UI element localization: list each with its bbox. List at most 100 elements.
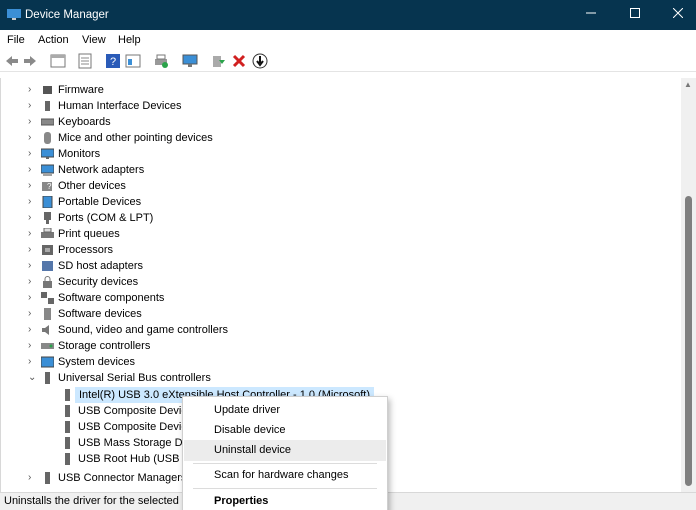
- processor-icon: [42, 245, 53, 255]
- vertical-scrollbar[interactable]: ▲: [681, 78, 696, 492]
- expand-chevron-icon[interactable]: ›: [28, 194, 38, 210]
- forward-arrow-icon[interactable]: [22, 53, 38, 69]
- menu-help[interactable]: Help: [118, 34, 141, 46]
- usb-icon: [45, 472, 50, 484]
- tree-node-label: Processors: [58, 244, 114, 256]
- expand-chevron-icon[interactable]: ›: [28, 130, 38, 146]
- tree-node-label: Storage controllers: [58, 340, 151, 352]
- tree-node-label: Mice and other pointing devices: [58, 132, 213, 144]
- tree-node-label: USB Composite Device: [78, 421, 193, 433]
- expand-chevron-icon[interactable]: ›: [28, 226, 38, 242]
- expand-chevron-icon[interactable]: ›: [28, 146, 38, 162]
- collapse-chevron-icon[interactable]: ⌄: [28, 370, 38, 386]
- expand-chevron-icon[interactable]: ›: [28, 354, 38, 370]
- tree-node-label: Human Interface Devices: [58, 100, 182, 112]
- properties-pane-icon[interactable]: [50, 53, 66, 69]
- expand-chevron-icon[interactable]: ›: [28, 114, 38, 130]
- back-arrow-icon[interactable]: [4, 53, 20, 69]
- context-menu: Update driver Disable device Uninstall d…: [182, 396, 388, 510]
- tree-node-label: Print queues: [58, 228, 120, 240]
- usb-icon: [65, 421, 70, 433]
- keyboard-icon: [41, 118, 54, 126]
- scroll-up-arrow-icon[interactable]: ▲: [684, 80, 692, 89]
- tree-node-label: Security devices: [58, 276, 139, 288]
- system-icon: [41, 356, 54, 368]
- expand-chevron-icon[interactable]: ›: [28, 210, 38, 226]
- tree-node-label: SD host adapters: [58, 260, 143, 272]
- usb-icon: [45, 372, 50, 384]
- usb-icon: [65, 453, 70, 465]
- menu-item-update-driver[interactable]: Update driver: [184, 400, 386, 421]
- expand-chevron-icon[interactable]: ›: [28, 178, 38, 194]
- minimize-button[interactable]: [568, 0, 614, 30]
- tree-node-label: USB Composite Device: [78, 405, 193, 417]
- tree-node-label: Portable Devices: [58, 196, 142, 208]
- expand-chevron-icon[interactable]: ›: [28, 290, 38, 306]
- menu-action[interactable]: Action: [38, 34, 69, 46]
- menu-item-properties[interactable]: Properties: [184, 491, 386, 510]
- sd-icon: [42, 261, 53, 271]
- tree-node-label: Software components: [58, 292, 165, 304]
- expand-chevron-icon[interactable]: ›: [28, 470, 38, 486]
- monitor-icon[interactable]: [182, 53, 198, 69]
- tree-node-label: Sound, video and game controllers: [58, 324, 228, 336]
- device-manager-icon: [7, 9, 21, 20]
- expand-chevron-icon[interactable]: ›: [28, 162, 38, 178]
- print-icon[interactable]: [153, 53, 169, 69]
- help-icon[interactable]: ?: [105, 53, 121, 69]
- tree-node-label: Software devices: [58, 308, 142, 320]
- network-icon: [41, 164, 54, 176]
- usb-icon: [45, 101, 50, 111]
- usb-icon: [65, 405, 70, 417]
- tree-node-label: Other devices: [58, 180, 126, 192]
- expand-chevron-icon[interactable]: ›: [28, 338, 38, 354]
- security-icon: [43, 276, 52, 288]
- expand-chevron-icon[interactable]: ›: [28, 98, 38, 114]
- menu-view[interactable]: View: [82, 34, 106, 46]
- printer-icon: [41, 228, 54, 238]
- port-icon: [44, 212, 51, 224]
- tree-node-label: Monitors: [58, 148, 101, 160]
- tree-node-label: Ports (COM & LPT): [58, 212, 154, 224]
- monitor-icon: [41, 148, 54, 159]
- install-driver-icon[interactable]: [210, 53, 226, 69]
- title-bar: Device Manager: [0, 0, 696, 30]
- menu-item-uninstall-device[interactable]: Uninstall device: [184, 440, 386, 461]
- svg-text:?: ?: [110, 56, 116, 68]
- chip-icon: [43, 86, 52, 94]
- menu-item-disable-device[interactable]: Disable device: [184, 420, 386, 441]
- menu-item-scan-hardware[interactable]: Scan for hardware changes: [184, 465, 386, 486]
- update-driver-icon[interactable]: [252, 53, 268, 69]
- show-hidden-icon[interactable]: [125, 53, 141, 69]
- usb-icon: [65, 389, 70, 401]
- close-button[interactable]: [655, 0, 696, 30]
- component-icon: [41, 292, 54, 304]
- expand-chevron-icon[interactable]: ›: [28, 274, 38, 290]
- expand-chevron-icon[interactable]: ›: [28, 306, 38, 322]
- mouse-icon: [44, 132, 51, 144]
- speaker-icon: [42, 325, 49, 335]
- menu-separator: [193, 463, 377, 464]
- menu-separator: [193, 488, 377, 489]
- tree-node-label: Network adapters: [58, 164, 145, 176]
- tree-node-label: Universal Serial Bus controllers: [58, 372, 211, 384]
- expand-chevron-icon[interactable]: ›: [28, 242, 38, 258]
- toolbar: ?: [0, 50, 696, 72]
- uninstall-icon[interactable]: [231, 53, 247, 69]
- maximize-button[interactable]: [612, 0, 658, 30]
- software-device-icon: [44, 308, 51, 320]
- menu-file[interactable]: File: [7, 34, 25, 46]
- expand-chevron-icon[interactable]: ›: [28, 258, 38, 274]
- expand-chevron-icon[interactable]: ›: [28, 82, 38, 98]
- tree-node-label: Keyboards: [58, 116, 111, 128]
- tree-node-label: Firmware: [58, 84, 104, 96]
- expand-chevron-icon[interactable]: ›: [28, 322, 38, 338]
- menu-bar: File Action View Help: [0, 30, 696, 50]
- scroll-thumb[interactable]: [685, 196, 692, 486]
- tree-node-label: System devices: [58, 356, 136, 368]
- usb-icon: [65, 437, 70, 449]
- grid-icon[interactable]: [77, 53, 93, 69]
- storage-icon: [41, 343, 54, 349]
- portable-icon: [42, 196, 53, 208]
- svg-text:?: ?: [47, 182, 52, 191]
